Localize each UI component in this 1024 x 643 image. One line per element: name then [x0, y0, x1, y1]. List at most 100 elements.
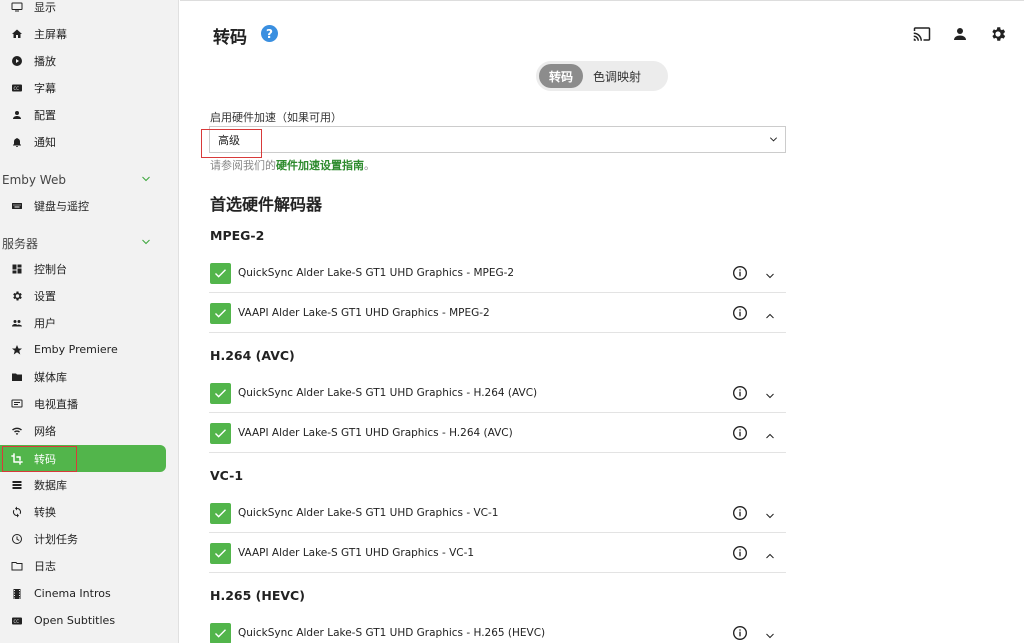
sidebar-item-home[interactable]: 主屏幕 [0, 20, 166, 47]
highlight-box-hw-accel [201, 129, 262, 158]
sidebar-item-playback[interactable]: 播放 [0, 47, 166, 74]
sidebar-item-label: 日志 [34, 559, 56, 573]
sidebar-item-live-tv[interactable]: 电视直播 [0, 390, 166, 417]
sidebar-item-label: 播放 [34, 54, 56, 68]
section-emby-web[interactable]: Emby Web [2, 170, 166, 190]
chevron-down-icon[interactable] [764, 387, 776, 399]
chevron-down-icon[interactable] [764, 627, 776, 639]
hw-accel-select[interactable]: 高级 [209, 126, 786, 153]
info-icon[interactable] [732, 505, 748, 521]
info-icon[interactable] [732, 425, 748, 441]
sidebar-item-keyboard[interactable]: 键盘与遥控 [0, 192, 166, 219]
sidebar-item-open-subtitles[interactable]: CC Open Subtitles [0, 607, 166, 634]
decoder-row: VAAPI Alder Lake-S GT1 UHD Graphics - MP… [209, 294, 786, 333]
subtitles-icon: CC [0, 615, 34, 627]
chevron-up-icon[interactable] [764, 307, 776, 319]
settings-gear-icon[interactable] [988, 24, 1008, 44]
page-title: 转码 [213, 28, 247, 48]
chevron-down-icon [768, 134, 779, 148]
sidebar-item-logs[interactable]: 日志 [0, 552, 166, 579]
checkbox[interactable] [210, 502, 231, 524]
help-icon[interactable]: ? [261, 25, 278, 42]
main-content: 转码 ? 转码 色调映射 启用硬件加速（如果可用） 高级 请参阅我们的硬件加速设… [180, 0, 1024, 643]
checkbox[interactable] [210, 262, 231, 284]
sidebar-item-label: 电视直播 [34, 397, 78, 411]
codec-heading: MPEG-2 [210, 228, 265, 243]
info-icon[interactable] [732, 305, 748, 321]
decoder-row: VAAPI Alder Lake-S GT1 UHD Graphics - H.… [209, 414, 786, 453]
sidebar-item-network[interactable]: 网络 [0, 417, 166, 444]
decoder-row: QuickSync Alder Lake-S GT1 UHD Graphics … [209, 254, 786, 293]
sidebar-item-database[interactable]: 数据库 [0, 471, 166, 498]
tab-bar: 转码 色调映射 [536, 61, 668, 91]
checkbox[interactable] [210, 542, 231, 564]
decoder-label: QuickSync Alder Lake-S GT1 UHD Graphics … [238, 387, 538, 399]
checkbox[interactable] [210, 302, 231, 324]
sidebar-item-library[interactable]: 媒体库 [0, 363, 166, 390]
sidebar-item-dashboard[interactable]: 控制台 [0, 255, 166, 282]
chevron-down-icon [140, 236, 152, 251]
sidebar-item-label: 键盘与遥控 [34, 199, 89, 213]
cast-icon[interactable] [912, 24, 932, 44]
clock-icon [0, 533, 34, 545]
decoder-label: VAAPI Alder Lake-S GT1 UHD Graphics - MP… [238, 307, 490, 319]
info-icon[interactable] [732, 385, 748, 401]
folder-outline-icon [0, 560, 34, 572]
chevron-up-icon[interactable] [764, 547, 776, 559]
sidebar-item-label: 字幕 [34, 81, 56, 95]
codec-heading: H.265 (HEVC) [210, 588, 305, 603]
gear-icon [0, 290, 34, 302]
sidebar-item-emby-premiere[interactable]: Emby Premiere [0, 336, 166, 363]
sidebar-item-label: 主屏幕 [34, 27, 67, 41]
dashboard-icon [0, 263, 34, 275]
sidebar-item-scheduled-tasks[interactable]: 计划任务 [0, 525, 166, 552]
sidebar-item-cinema-intros[interactable]: Cinema Intros [0, 580, 166, 607]
sidebar-item-label: 通知 [34, 135, 56, 149]
sidebar-item-label: 转换 [34, 505, 56, 519]
decoders-title: 首选硬件解码器 [210, 195, 323, 214]
user-icon[interactable] [950, 24, 970, 44]
chevron-up-icon[interactable] [764, 427, 776, 439]
sidebar-item-notifications[interactable]: 通知 [0, 128, 166, 155]
section-title: Emby Web [2, 173, 66, 187]
hint-suffix: 。 [364, 159, 375, 172]
tab-tone-mapping[interactable]: 色调映射 [583, 64, 651, 88]
sidebar-item-label: 计划任务 [34, 532, 78, 546]
hw-guide-link[interactable]: 硬件加速设置指南 [276, 159, 364, 172]
decoder-label: QuickSync Alder Lake-S GT1 UHD Graphics … [238, 627, 546, 639]
sidebar-item-conversion[interactable]: 转换 [0, 498, 166, 525]
sidebar-item-subtitles[interactable]: CC 字幕 [0, 74, 166, 101]
info-icon[interactable] [732, 625, 748, 641]
section-server[interactable]: 服务器 [2, 233, 166, 253]
sidebar: 显示 主屏幕 播放 CC 字幕 配置 通知 Emby Web 键盘与遥控 服务器… [0, 0, 179, 643]
decoder-row: QuickSync Alder Lake-S GT1 UHD Graphics … [209, 494, 786, 533]
tab-transcoding[interactable]: 转码 [539, 64, 584, 88]
person-icon [0, 109, 34, 121]
sidebar-item-label: 网络 [34, 424, 56, 438]
sidebar-item-settings[interactable]: 设置 [0, 282, 166, 309]
info-icon[interactable] [732, 545, 748, 561]
codec-heading: H.264 (AVC) [210, 348, 295, 363]
decoder-label: QuickSync Alder Lake-S GT1 UHD Graphics … [238, 507, 499, 519]
sidebar-item-display[interactable]: 显示 [0, 0, 166, 20]
svg-text:CC: CC [14, 86, 20, 91]
sidebar-item-label: Emby Premiere [34, 343, 118, 356]
sidebar-item-users[interactable]: 用户 [0, 309, 166, 336]
decoder-label: VAAPI Alder Lake-S GT1 UHD Graphics - H.… [238, 427, 513, 439]
checkbox[interactable] [210, 422, 231, 444]
film-icon [0, 588, 34, 600]
play-icon [0, 55, 34, 67]
chevron-down-icon[interactable] [764, 267, 776, 279]
decoder-label: VAAPI Alder Lake-S GT1 UHD Graphics - VC… [238, 547, 475, 559]
sidebar-item-profile[interactable]: 配置 [0, 101, 166, 128]
info-icon[interactable] [732, 265, 748, 281]
chevron-down-icon[interactable] [764, 507, 776, 519]
sidebar-item-label: Open Subtitles [34, 614, 116, 627]
checkbox[interactable] [210, 382, 231, 404]
decoder-row: QuickSync Alder Lake-S GT1 UHD Graphics … [209, 614, 786, 643]
sidebar-item-label: 控制台 [34, 262, 67, 276]
chevron-down-icon [140, 173, 152, 188]
sync-icon [0, 506, 34, 518]
star-icon [0, 344, 34, 356]
checkbox[interactable] [210, 622, 231, 643]
